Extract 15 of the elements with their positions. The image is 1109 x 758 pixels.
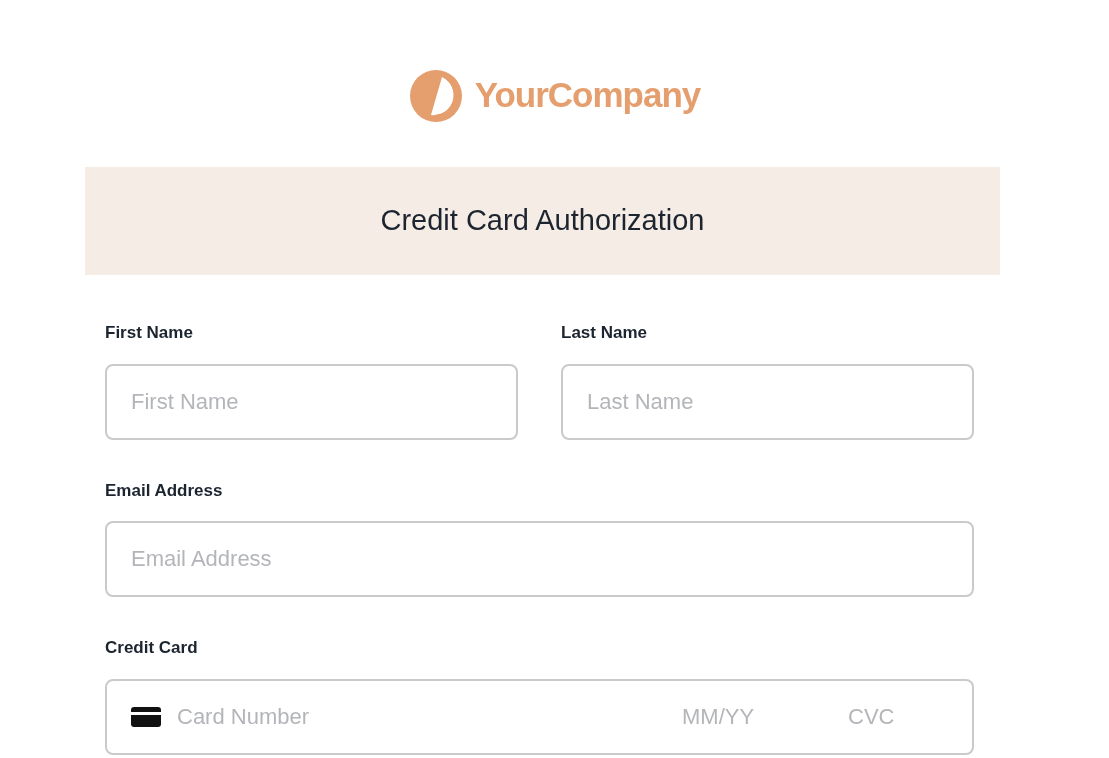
input-field[interactable]: Last Name [561, 363, 974, 440]
input-field[interactable]: Email Address [105, 521, 974, 597]
card-number-input[interactable]: Card Number [177, 700, 666, 733]
card-field[interactable]: Card Number MM/YY CVC [105, 678, 974, 755]
credit-card-icon [131, 706, 161, 727]
form-title: Credit Card Authorization [380, 203, 705, 239]
cvc-input[interactable]: CVC [848, 700, 948, 733]
field-label: Credit Card [105, 637, 199, 659]
field-label: Email Address [105, 479, 224, 502]
logo-icon [408, 68, 463, 123]
input-field[interactable]: First Name [105, 363, 518, 440]
field-label: Last Name [561, 322, 648, 344]
logo-text: YourCompany [474, 74, 701, 117]
expiry-input[interactable]: MM/YY [682, 700, 832, 733]
field-label: First Name [105, 322, 194, 344]
